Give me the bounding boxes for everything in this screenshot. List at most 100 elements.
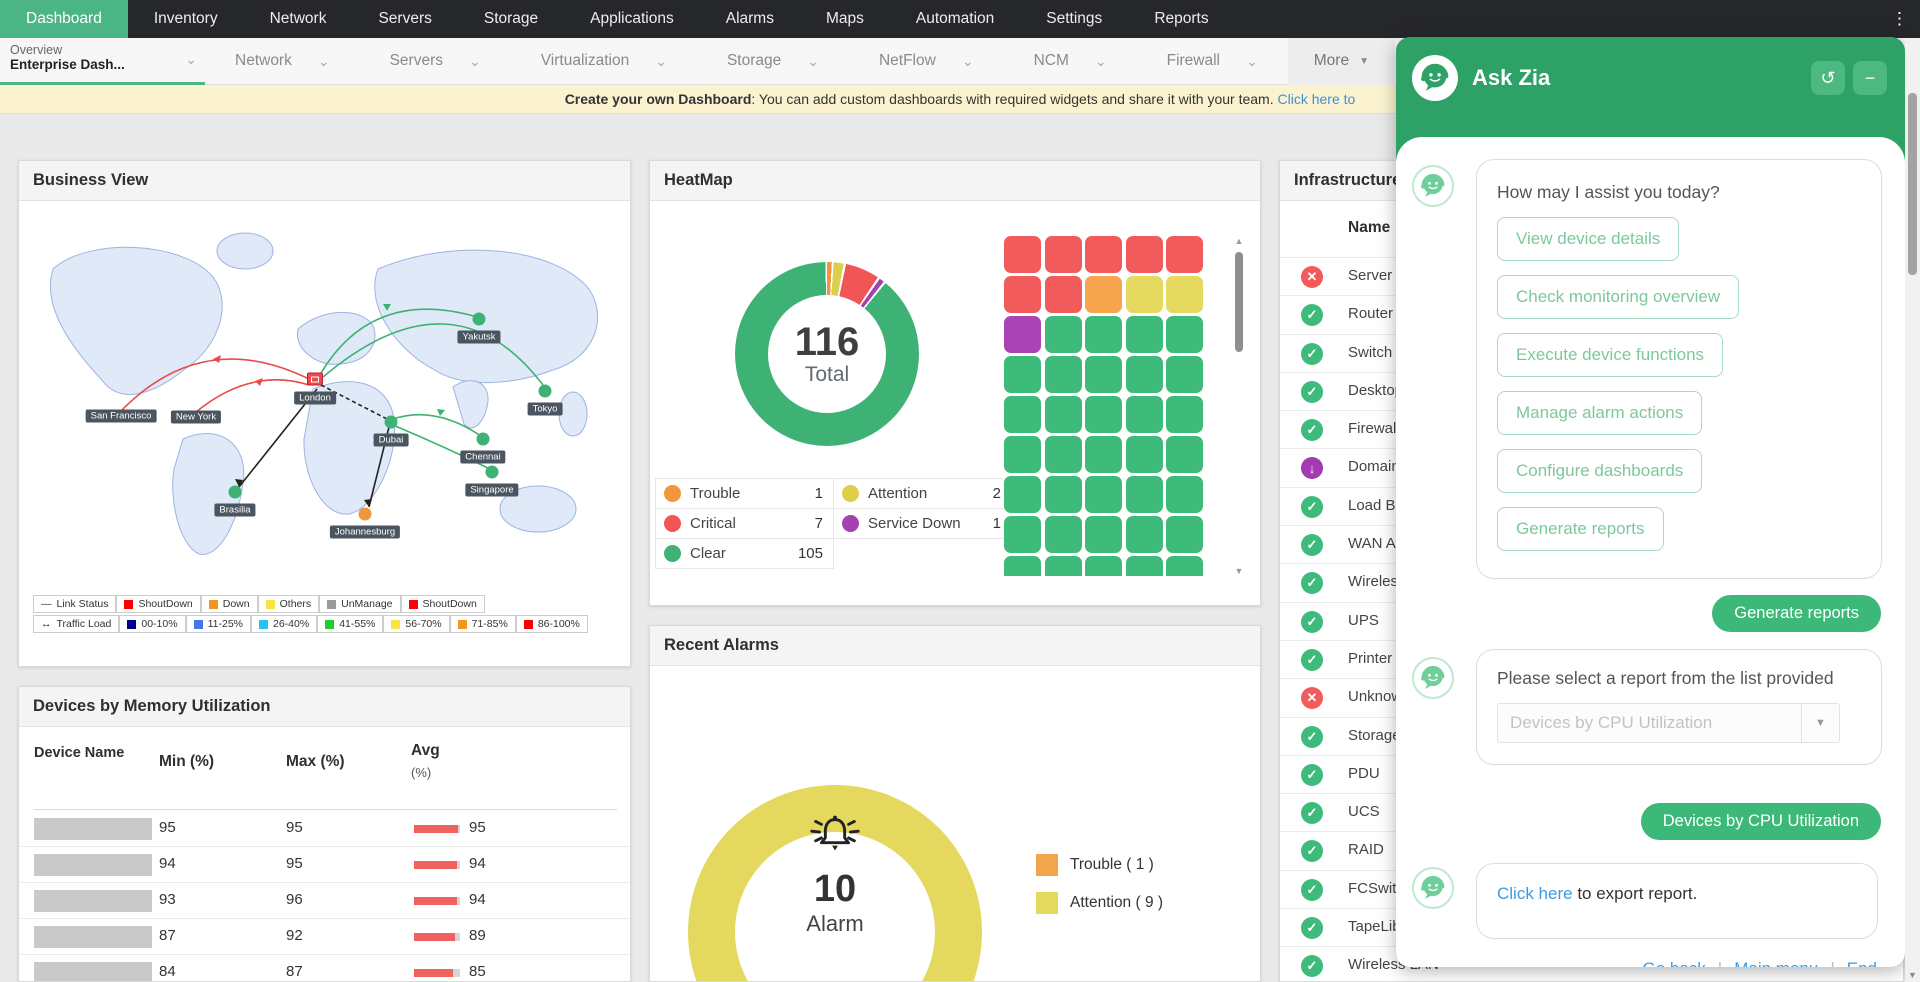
heat-cell-r1c5[interactable] [1166,236,1203,273]
page-scrollbar[interactable]: ▼ [1905,38,1920,982]
tab-servers[interactable]: Servers⌄ [360,38,511,85]
overflow-menu-icon[interactable]: ⋮ [1885,0,1914,38]
heat-cell-r6c1[interactable] [1004,436,1041,473]
heat-cell-r7c1[interactable] [1004,476,1041,513]
heat-cell-r2c4[interactable] [1126,276,1163,313]
heat-cell-r9c3[interactable] [1085,556,1122,576]
heatmap-legend-clear[interactable]: Clear105 [655,538,834,569]
heat-cell-r1c4[interactable] [1126,236,1163,273]
table-row[interactable]: 939694 [19,883,631,919]
heat-cell-r5c2[interactable] [1045,396,1082,433]
heat-cell-r8c2[interactable] [1045,516,1082,553]
banner-link[interactable]: Click here to [1277,91,1355,107]
topnav-item-storage[interactable]: Storage [458,0,564,38]
column-min[interactable]: Min (%) [159,753,214,771]
zia-option-configure-dashboards[interactable]: Configure dashboards [1497,449,1702,493]
heat-cell-r4c3[interactable] [1085,356,1122,393]
export-report-link[interactable]: Click here [1497,884,1573,903]
heatmap-legend-critical[interactable]: Critical7 [655,508,834,539]
scrollbar-down-icon[interactable]: ▼ [1905,970,1920,980]
world-map[interactable]: San FranciscoNew YorkLondonYakutskTokyoD… [33,209,618,594]
heatmap-legend-attention[interactable]: Attention2 [833,478,1012,509]
chevron-down-icon[interactable]: ⌄ [185,52,197,66]
zia-option-view-device-details[interactable]: View device details [1497,217,1679,261]
heat-cell-r9c4[interactable] [1126,556,1163,576]
heat-cell-r2c1[interactable] [1004,276,1041,313]
topnav-item-reports[interactable]: Reports [1128,0,1234,38]
map-node-tokyo[interactable] [539,385,552,398]
heat-cell-r7c4[interactable] [1126,476,1163,513]
heat-cell-r5c1[interactable] [1004,396,1041,433]
heat-cell-r4c2[interactable] [1045,356,1082,393]
heat-cell-r1c1[interactable] [1004,236,1041,273]
heatmap-donut-chart[interactable]: 116 Total [735,262,919,446]
zia-link-main-menu[interactable]: Main menu [1734,959,1818,967]
map-node-chennai[interactable] [477,433,490,446]
tab-storage[interactable]: Storage⌄ [697,38,849,85]
topnav-item-settings[interactable]: Settings [1020,0,1128,38]
heat-cell-r1c3[interactable] [1085,236,1122,273]
heat-cell-r3c3[interactable] [1085,316,1122,353]
heat-cell-r3c4[interactable] [1126,316,1163,353]
column-device-name[interactable]: Device Name [34,745,124,761]
heat-cell-r9c1[interactable] [1004,556,1041,576]
tab-netflow[interactable]: NetFlow⌄ [849,38,1004,85]
topnav-item-network[interactable]: Network [244,0,353,38]
heat-cell-r7c2[interactable] [1045,476,1082,513]
heat-cell-r4c4[interactable] [1126,356,1163,393]
table-row[interactable]: 848785 [19,955,631,982]
table-row[interactable]: 959595 [19,811,631,847]
topnav-item-maps[interactable]: Maps [800,0,890,38]
heat-cell-r5c4[interactable] [1126,396,1163,433]
heat-cell-r6c3[interactable] [1085,436,1122,473]
topnav-item-applications[interactable]: Applications [564,0,700,38]
heat-cell-r6c5[interactable] [1166,436,1203,473]
tab-network[interactable]: Network⌄ [205,38,360,85]
tab-enterprise-dashboard[interactable]: Overview Enterprise Dash... ⌄ [0,38,205,85]
user-message-devices-by-cpu[interactable]: Devices by CPU Utilization [1641,803,1881,840]
heat-cell-r3c2[interactable] [1045,316,1082,353]
topnav-item-alarms[interactable]: Alarms [700,0,800,38]
heat-cell-r5c5[interactable] [1166,396,1203,433]
heat-cell-r8c4[interactable] [1126,516,1163,553]
table-row[interactable]: 879289 [19,919,631,955]
map-node-brasilia[interactable] [229,486,242,499]
restart-chat-icon[interactable]: ↺ [1811,61,1845,95]
heatmap-legend-service-down[interactable]: Service Down1 [833,508,1012,539]
scroll-down-icon[interactable]: ▼ [1233,566,1245,576]
map-node-dubai[interactable] [385,416,398,429]
minimize-icon[interactable]: − [1853,61,1887,95]
user-message-generate-reports[interactable]: Generate reports [1712,595,1881,632]
topnav-item-inventory[interactable]: Inventory [128,0,244,38]
map-node-johannesburg[interactable] [359,508,372,521]
zia-option-generate-reports[interactable]: Generate reports [1497,507,1664,551]
heat-cell-r9c5[interactable] [1166,556,1203,576]
heat-cell-r4c1[interactable] [1004,356,1041,393]
scrollbar-thumb[interactable] [1235,252,1243,352]
column-max[interactable]: Max (%) [286,753,345,771]
heat-cell-r4c5[interactable] [1166,356,1203,393]
table-row[interactable]: 949594 [19,847,631,883]
tab-virtualization[interactable]: Virtualization⌄ [511,38,697,85]
map-node-london[interactable] [307,373,323,386]
heatmap-legend-trouble[interactable]: Trouble1 [655,478,834,509]
tab-firewall[interactable]: Firewall⌄ [1137,38,1288,85]
zia-option-manage-alarm-actions[interactable]: Manage alarm actions [1497,391,1702,435]
tab-ncm[interactable]: NCM⌄ [1004,38,1137,85]
heat-cell-r1c2[interactable] [1045,236,1082,273]
page-scrollbar-thumb[interactable] [1908,93,1917,275]
column-name[interactable]: Name [1348,219,1390,237]
heat-cell-r2c5[interactable] [1166,276,1203,313]
heat-cell-r8c5[interactable] [1166,516,1203,553]
heat-cell-r3c5[interactable] [1166,316,1203,353]
heat-cell-r7c3[interactable] [1085,476,1122,513]
column-avg[interactable]: Avg [411,742,440,760]
tab-more[interactable]: More ▼ [1288,38,1395,85]
heatmap-scrollbar[interactable]: ▲ ▼ [1233,236,1245,576]
heat-cell-r6c2[interactable] [1045,436,1082,473]
map-node-yakutsk[interactable] [473,313,486,326]
zia-link-go-back[interactable]: Go back [1642,959,1705,967]
report-select-dropdown[interactable]: Devices by CPU Utilization ▼ [1497,703,1840,743]
topnav-item-automation[interactable]: Automation [890,0,1020,38]
heat-cell-r2c2[interactable] [1045,276,1082,313]
